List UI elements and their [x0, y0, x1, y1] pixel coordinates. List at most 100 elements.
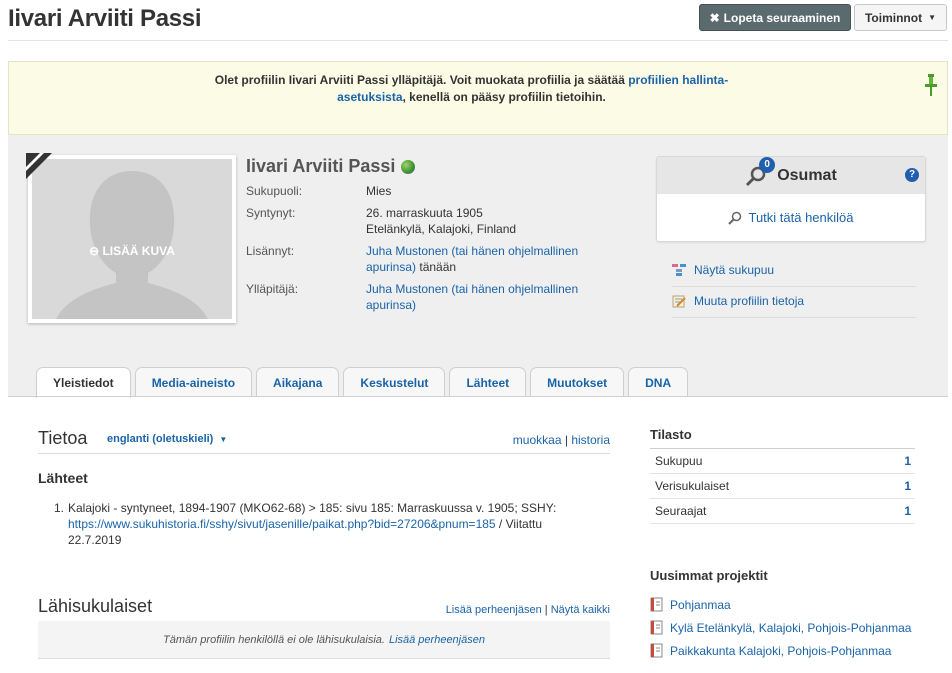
- about-actions: muokkaa | historia: [513, 433, 610, 447]
- profile-photo[interactable]: ⊖ LISÄÄ KUVA: [26, 153, 236, 323]
- separator: |: [544, 604, 548, 616]
- profile-header: ⊖ LISÄÄ KUVA Iivari Arviiti Passi Sukupu…: [8, 135, 948, 397]
- pin-icon[interactable]: [925, 74, 937, 96]
- book-icon: [650, 643, 663, 658]
- stat-label: Sukupuu: [655, 454, 703, 468]
- unfollow-button[interactable]: ✖ Lopeta seuraaminen: [699, 4, 851, 31]
- stat-value[interactable]: 1: [904, 504, 911, 518]
- research-person-label[interactable]: Tutki tätä henkilöä: [748, 210, 853, 225]
- tab-bar: Yleistiedot Media-aineisto Aikajana Kesk…: [36, 367, 689, 398]
- help-icon[interactable]: ?: [905, 168, 919, 182]
- fact-label: Lisännyt:: [246, 244, 295, 258]
- divider: [672, 317, 916, 318]
- add-photo-button[interactable]: ⊖ LISÄÄ KUVA: [32, 244, 232, 258]
- project-link[interactable]: Kylä Etelänkylä, Kalajoki, Pohjois-Pohja…: [670, 621, 911, 635]
- page-title: Iivari Arviiti Passi: [8, 5, 202, 32]
- history-link[interactable]: historia: [571, 433, 610, 447]
- fact-label: Ylläpitäjä:: [246, 282, 299, 296]
- project-link[interactable]: Pohjanmaa: [670, 598, 731, 612]
- close-icon: ✖: [709, 10, 720, 25]
- birth-date: 26. marraskuuta 1905: [366, 206, 483, 220]
- edit-profile-label[interactable]: Muuta profiilin tietoja: [694, 294, 804, 308]
- about-title: Tietoa: [38, 428, 88, 448]
- notice-text-after: , kenellä on pääsy profiilin tietoihin.: [402, 90, 606, 104]
- unfollow-label: Lopeta seuraaminen: [723, 10, 841, 25]
- profile-name: Iivari Arviiti Passi: [246, 156, 416, 177]
- show-tree-link[interactable]: Näytä sukupuu: [672, 263, 774, 277]
- relatives-section-header: Lähisukulaiset Lisää perheenjäsen | Näyt…: [38, 596, 610, 621]
- project-item[interactable]: Paikkakunta Kalajoki, Pohjois-Pohjanmaa: [650, 643, 891, 658]
- language-label: englanti (oletuskieli): [107, 433, 214, 445]
- tab-overview[interactable]: Yleistiedot: [36, 367, 131, 398]
- actions-dropdown-button[interactable]: Toiminnot ▼: [854, 4, 947, 31]
- source-text: Kalajoki - syntyneet, 1894-1907 (MKO62-6…: [68, 501, 557, 515]
- add-photo-label: LISÄÄ KUVA: [102, 244, 175, 258]
- tab-media[interactable]: Media-aineisto: [134, 367, 253, 397]
- stat-row: Sukupuu 1: [650, 449, 915, 474]
- edit-icon: [672, 295, 686, 308]
- stat-value[interactable]: 1: [904, 479, 911, 493]
- add-relative-inline-link[interactable]: Lisää perheenjäsen: [389, 634, 485, 646]
- actions-label: Toiminnot: [864, 10, 923, 25]
- tree-icon: [672, 264, 686, 276]
- fact-gender: Sukupuoli: Mies: [246, 183, 626, 199]
- divider: [8, 396, 948, 397]
- stat-label: Verisukulaiset: [655, 479, 730, 493]
- globe-icon: [401, 159, 416, 174]
- project-item[interactable]: Pohjanmaa: [650, 597, 731, 612]
- show-all-link[interactable]: Näytä kaikki: [551, 604, 610, 616]
- tab-sources[interactable]: Lähteet: [449, 367, 527, 397]
- tab-discussions[interactable]: Keskustelut: [343, 367, 446, 397]
- manager-link[interactable]: Juha Mustonen (tai hänen ohjelmallinen a…: [366, 282, 578, 312]
- about-section-header: Tietoa englanti (oletuskieli) ▼ muokkaa …: [38, 428, 610, 454]
- show-tree-label[interactable]: Näytä sukupuu: [694, 263, 774, 277]
- fact-birth: Syntynyt: 26. marraskuuta 1905 Etelänkyl…: [246, 205, 626, 237]
- stat-row: Seuraajat 1: [650, 499, 915, 524]
- silhouette-icon: [56, 171, 208, 319]
- profile-name-text: Iivari Arviiti Passi: [246, 156, 396, 176]
- edit-about-link[interactable]: muokkaa: [513, 433, 562, 447]
- caret-down-icon: ▼: [219, 434, 228, 444]
- fact-value: 26. marraskuuta 1905 Etelänkylä, Kalajok…: [366, 205, 596, 237]
- stat-value[interactable]: 1: [904, 454, 911, 468]
- tab-dna[interactable]: DNA: [628, 367, 689, 397]
- edit-profile-link[interactable]: Muuta profiilin tietoja: [672, 294, 804, 308]
- project-link[interactable]: Paikkakunta Kalajoki, Pohjois-Pohjanmaa: [670, 644, 891, 658]
- stats-title: Tilasto: [650, 427, 692, 442]
- add-relative-link[interactable]: Lisää perheenjäsen: [446, 604, 542, 616]
- added-by-link[interactable]: Juha Mustonen (tai hänen ohjelmallinen a…: [366, 244, 578, 274]
- relatives-empty-state: Tämän profiilin henkilöllä ei ole lähisu…: [38, 621, 610, 659]
- search-icon: [728, 211, 742, 225]
- photo-placeholder: ⊖ LISÄÄ KUVA: [32, 159, 232, 319]
- birth-place: Etelänkylä, Kalajoki, Finland: [366, 222, 517, 236]
- matches-header[interactable]: 0 Osumat ?: [657, 156, 925, 194]
- page: Iivari Arviiti Passi ✖ Lopeta seuraamine…: [0, 0, 952, 673]
- research-person-link[interactable]: Tutki tätä henkilöä: [657, 194, 925, 241]
- project-item[interactable]: Kylä Etelänkylä, Kalajoki, Pohjois-Pohja…: [650, 620, 911, 635]
- matches-count-badge: 0: [759, 156, 776, 173]
- projects-title: Uusimmat projektit: [650, 568, 768, 583]
- corner-ribbon-icon: [26, 153, 52, 179]
- tab-timeline[interactable]: Aikajana: [256, 367, 340, 397]
- stats-table: Sukupuu 1 Verisukulaiset 1 Seuraajat 1: [650, 448, 915, 524]
- divider: [8, 40, 948, 41]
- matches-title: Osumat: [777, 166, 837, 184]
- source-number: 1.: [54, 501, 65, 515]
- tab-changes[interactable]: Muutokset: [530, 367, 625, 397]
- fact-value: Juha Mustonen (tai hänen ohjelmallinen a…: [366, 281, 596, 313]
- matches-box: 0 Osumat ? Tutki tätä henkilöä: [656, 156, 926, 242]
- separator: |: [564, 433, 568, 447]
- language-selector[interactable]: englanti (oletuskieli) ▼: [107, 433, 227, 445]
- empty-text: Tämän profiilin henkilöllä ei ole lähisu…: [163, 633, 385, 646]
- relatives-title: Lähisukulaiset: [38, 596, 153, 616]
- source-item: 1. Kalajoki - syntyneet, 1894-1907 (MKO6…: [54, 500, 588, 548]
- notice-text-before: Olet profiilin Iivari Arviiti Passi yllä…: [214, 73, 629, 87]
- plus-circle-icon: ⊖: [89, 244, 100, 258]
- relatives-actions: Lisää perheenjäsen | Näytä kaikki: [446, 604, 610, 616]
- fact-label: Syntynyt:: [246, 206, 296, 220]
- book-icon: [650, 620, 663, 635]
- stat-label: Seuraajat: [655, 504, 707, 518]
- notice-text: Olet profiilin Iivari Arviiti Passi yllä…: [199, 72, 744, 106]
- sources-title: Lähteet: [38, 470, 88, 486]
- source-url-link[interactable]: https://www.sukuhistoria.fi/sshy/sivut/j…: [68, 517, 496, 531]
